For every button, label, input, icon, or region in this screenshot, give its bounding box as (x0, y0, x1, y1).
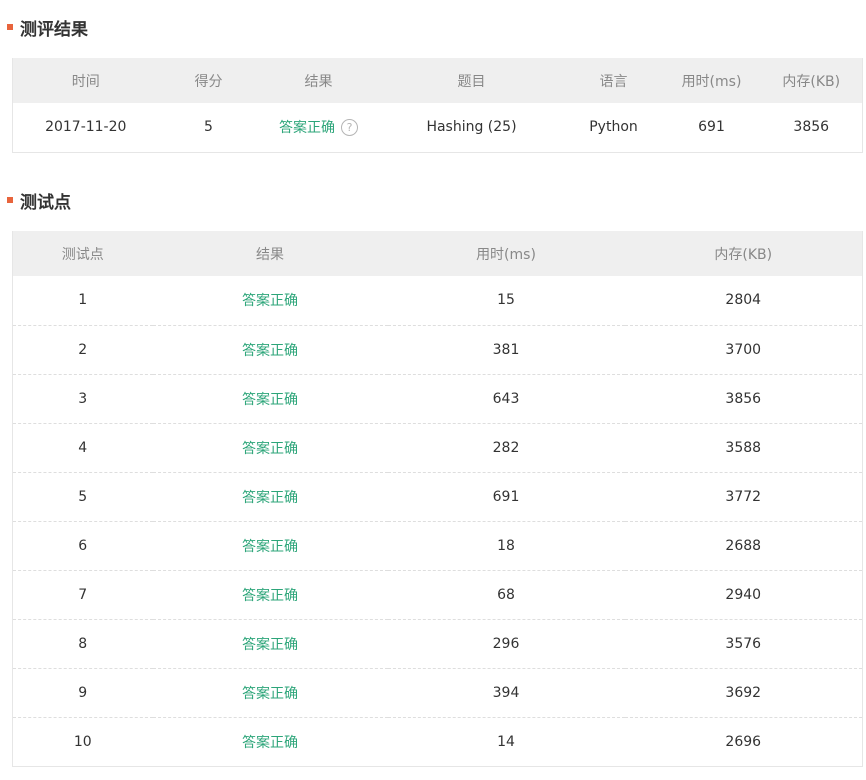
case-memory: 3588 (725, 439, 762, 456)
table-row: 5 答案正确 691 3772 (12, 472, 863, 521)
case-time: 282 (492, 439, 520, 456)
table-row: 1 答案正确 15 2804 (12, 276, 863, 325)
header-case-id: 测试点 (61, 246, 104, 263)
time-ms: 691 (698, 119, 725, 136)
cases-table-header: 测试点 结果 用时(ms) 内存(KB) (12, 231, 863, 276)
case-memory: 2804 (725, 292, 762, 309)
case-id: 9 (78, 684, 88, 701)
table-row: 4 答案正确 282 3588 (12, 423, 863, 472)
language: Python (589, 119, 638, 136)
result-cell: 答案正确? (259, 103, 379, 152)
case-id: 6 (78, 537, 88, 554)
case-memory: 3772 (725, 488, 762, 505)
case-id: 4 (78, 439, 88, 456)
result-section-title: 测评结果 (7, 14, 88, 40)
header-time-ms: 用时(ms) (681, 73, 742, 90)
case-result: 答案正确 (242, 342, 298, 359)
test-cases-table: 测试点 结果 用时(ms) 内存(KB) 1 答案正确 15 2804 2 答案… (12, 231, 863, 767)
header-language: 语言 (599, 73, 628, 90)
case-memory: 2696 (725, 733, 762, 750)
case-id: 2 (78, 341, 88, 358)
table-row: 10 答案正确 14 2696 (13, 717, 863, 766)
case-time: 643 (492, 390, 520, 407)
section-marker (7, 24, 13, 30)
case-result: 答案正确 (242, 734, 298, 751)
cases-section-title-text: 测试点 (20, 192, 71, 213)
case-time: 68 (497, 586, 515, 603)
case-time: 18 (497, 537, 515, 554)
cases-section-title: 测试点 (7, 187, 71, 213)
score: 5 (204, 119, 213, 136)
table-row: 3 答案正确 643 3856 (12, 374, 863, 423)
case-result: 答案正确 (242, 440, 298, 457)
case-time: 381 (492, 341, 520, 358)
result-status: 答案正确 (279, 120, 335, 137)
result-table: 时间 得分 结果 题目 语言 用时(ms) 内存(KB) 2017-11-20 … (12, 58, 863, 153)
case-result: 答案正确 (242, 538, 298, 555)
result-row: 2017-11-20 5 答案正确? Hashing (25) Python 6… (13, 103, 863, 152)
header-case-time: 用时(ms) (476, 246, 536, 263)
case-memory: 2688 (725, 537, 762, 554)
header-score: 得分 (194, 73, 223, 90)
case-id: 5 (78, 488, 88, 505)
header-result: 结果 (304, 73, 333, 90)
case-time: 14 (497, 733, 515, 750)
memory-kb: 3856 (793, 119, 830, 136)
case-result: 答案正确 (242, 391, 298, 408)
case-time: 394 (492, 684, 520, 701)
case-id: 7 (78, 586, 88, 603)
case-id: 8 (78, 635, 88, 652)
submit-time: 2017-11-20 (45, 119, 127, 136)
header-memory-kb: 内存(KB) (782, 73, 841, 90)
case-memory: 2940 (725, 586, 762, 603)
table-row: 6 答案正确 18 2688 (12, 521, 863, 570)
case-result: 答案正确 (242, 489, 298, 506)
table-row: 8 答案正确 296 3576 (12, 619, 863, 668)
section-marker (7, 197, 13, 203)
case-result: 答案正确 (242, 636, 298, 653)
case-memory: 3700 (725, 341, 762, 358)
help-circle-icon[interactable]: ? (341, 119, 358, 137)
case-time: 691 (492, 488, 520, 505)
case-id: 10 (73, 733, 92, 750)
table-row: 2 答案正确 381 3700 (12, 325, 863, 374)
case-result: 答案正确 (242, 685, 298, 702)
table-row: 7 答案正确 68 2940 (12, 570, 863, 619)
case-memory: 3692 (725, 684, 762, 701)
table-row: 9 答案正确 394 3692 (12, 668, 863, 717)
case-memory: 3576 (725, 635, 762, 652)
header-time: 时间 (71, 73, 100, 90)
header-case-memory: 内存(KB) (714, 246, 773, 263)
problem-name: Hashing (25) (426, 119, 517, 136)
header-problem: 题目 (457, 73, 486, 90)
result-section-title-text: 测评结果 (20, 19, 88, 40)
header-case-result: 结果 (256, 246, 284, 263)
case-id: 3 (78, 390, 88, 407)
case-time: 296 (492, 635, 520, 652)
case-id: 1 (78, 292, 88, 309)
case-result: 答案正确 (242, 293, 298, 310)
case-time: 15 (497, 292, 515, 309)
result-table-header: 时间 得分 结果 题目 语言 用时(ms) 内存(KB) (12, 58, 863, 103)
case-memory: 3856 (725, 390, 762, 407)
case-result: 答案正确 (242, 587, 298, 604)
